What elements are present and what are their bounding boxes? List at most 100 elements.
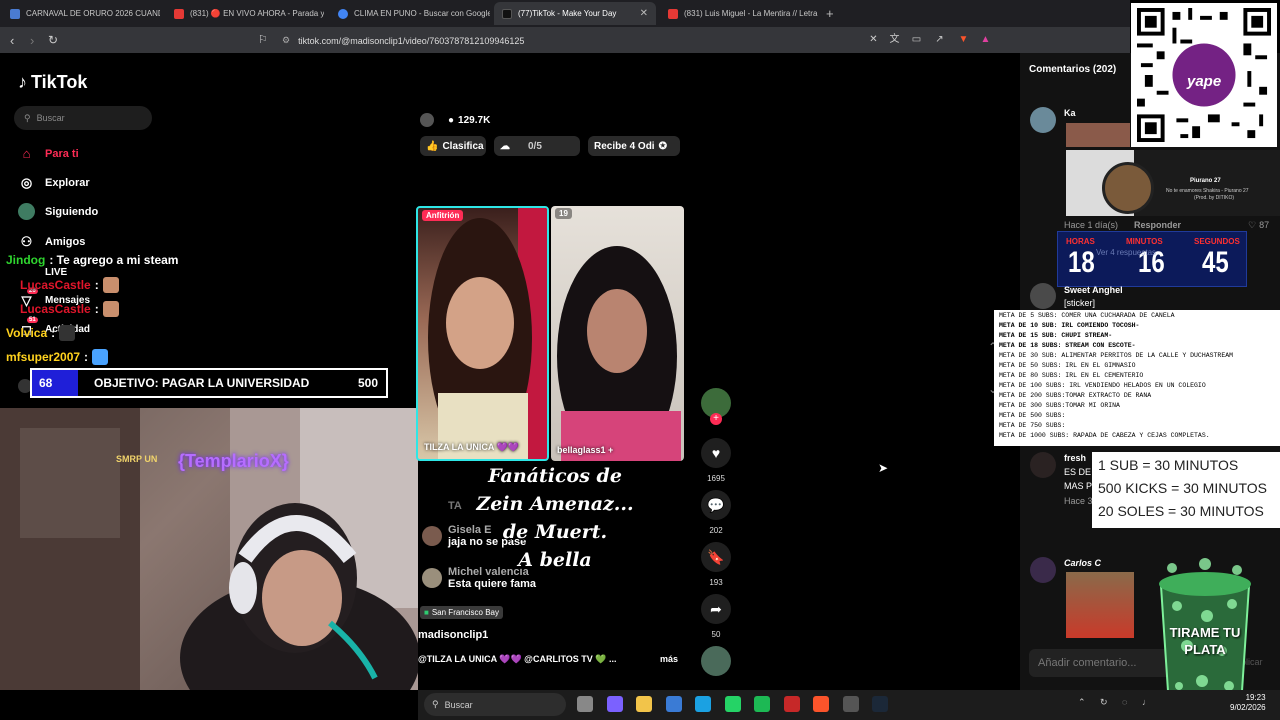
sync-icon[interactable]: ↻ bbox=[1100, 697, 1108, 708]
guest-count: 19 bbox=[555, 208, 572, 219]
steam-icon[interactable] bbox=[872, 696, 888, 712]
tab-title: CARNAVAL DE ORURO 2026 CUANDO bbox=[26, 9, 160, 18]
url-text: tiktok.com/@madisonclip1/video/760378781… bbox=[298, 35, 525, 46]
comment-avatar[interactable] bbox=[1030, 452, 1056, 478]
comment-button[interactable]: 💬 bbox=[701, 490, 731, 520]
tab-clima[interactable]: CLIMA EN PUNO - Buscar con Google bbox=[330, 2, 490, 25]
music-subtitle: No te enamores Shakira - Piurano 27 bbox=[1166, 188, 1249, 194]
follow-plus-icon[interactable]: + bbox=[710, 413, 722, 425]
translate-icon[interactable]: 文 bbox=[889, 34, 900, 45]
back-icon[interactable]: ‹ bbox=[10, 33, 14, 48]
reward-pill[interactable]: Recibe 4 Odi ✪ bbox=[588, 136, 680, 156]
comment-avatar[interactable] bbox=[1030, 107, 1056, 133]
new-tab-icon[interactable]: + bbox=[826, 6, 834, 21]
whatsapp-icon[interactable] bbox=[724, 696, 741, 712]
file-explorer-icon[interactable] bbox=[636, 696, 652, 712]
task-view-icon[interactable] bbox=[577, 696, 593, 712]
network-icon[interactable]: ◌ bbox=[1122, 697, 1127, 707]
comment-avatar[interactable] bbox=[1030, 557, 1056, 583]
bookmark-icon[interactable]: ⚐ bbox=[258, 33, 268, 46]
view-replies-link[interactable]: Ver 4 respuestas bbox=[1096, 248, 1156, 257]
spotify-icon[interactable] bbox=[754, 696, 770, 712]
site-info-icon[interactable]: ⚙ bbox=[282, 35, 290, 46]
timer-seconds: 45 bbox=[1202, 246, 1229, 279]
brave-icon[interactable] bbox=[813, 696, 829, 712]
cast-icon[interactable]: ▭ bbox=[911, 34, 922, 45]
share-icon[interactable]: ↗ bbox=[934, 34, 945, 45]
reply-button[interactable]: Responder bbox=[1134, 220, 1181, 230]
app-icon[interactable] bbox=[783, 696, 800, 712]
microphone-icon[interactable]: ♩ bbox=[1142, 697, 1151, 707]
comment-user[interactable]: Ka bbox=[1064, 108, 1076, 118]
music-disc-icon[interactable] bbox=[701, 646, 731, 676]
rewards-icon[interactable]: ▲ bbox=[980, 34, 991, 45]
search-input[interactable]: ⚲ Buscar bbox=[14, 106, 152, 130]
comment-text: [sticker] bbox=[1064, 298, 1096, 308]
logo-text: TikTok bbox=[31, 72, 88, 92]
clock-time: 19:23 bbox=[1245, 693, 1266, 702]
goal-line: META DE 5 SUBS: COMER UNA CUCHARADA DE C… bbox=[999, 312, 1175, 319]
ranking-pill[interactable]: 👍 Clasifica bbox=[420, 136, 486, 156]
tiktok-logo[interactable]: ♪ TikTok bbox=[18, 72, 87, 93]
sidebar-item-siguiendo[interactable]: Siguiendo bbox=[18, 203, 98, 220]
more-link[interactable]: más bbox=[660, 654, 678, 664]
close-tab-icon[interactable]: ✕ bbox=[640, 8, 648, 19]
search-placeholder: Buscar bbox=[36, 113, 65, 123]
comment-icon: 💬 bbox=[707, 496, 725, 513]
location-text: San Francisco Bay bbox=[431, 608, 499, 617]
sidebar-item-explorar[interactable]: ◎ Explorar bbox=[18, 174, 90, 191]
location-tag[interactable]: ■ San Francisco Bay bbox=[420, 606, 503, 619]
brave-shield-icon[interactable]: ▼ bbox=[958, 34, 969, 45]
goal-label: OBJETIVO: PAGAR LA UNIVERSIDAD bbox=[94, 376, 310, 390]
comment-like[interactable]: ♡ 87 bbox=[1248, 220, 1269, 231]
obs-icon[interactable] bbox=[842, 696, 859, 712]
sub-alert-label: SMRP UN bbox=[116, 454, 158, 464]
goal-line: META DE 10 SUB: IRL COMIENDO TOCOSH- bbox=[999, 322, 1140, 329]
taskbar-search[interactable]: ⚲ Buscar bbox=[424, 693, 566, 716]
comment-user[interactable]: fresh bbox=[1064, 453, 1086, 463]
like-button[interactable]: ♥ bbox=[701, 438, 731, 468]
reload-icon[interactable]: ↻ bbox=[48, 33, 58, 47]
host-camera[interactable]: Anfitrión TILZA LA UNICA 💜💜 bbox=[416, 206, 549, 461]
comment-user[interactable]: Carlos C bbox=[1064, 558, 1101, 568]
guest-camera[interactable]: 19 bellaglass1 + bbox=[551, 206, 684, 461]
share-button[interactable]: ➦ bbox=[701, 594, 731, 624]
stream-chat-message: Jindog : Te agrego a mi steam bbox=[6, 253, 178, 267]
guest-figure bbox=[557, 246, 681, 461]
goal-line: META DE 80 SUBS: IRL EN EL CEMENTERIO bbox=[999, 372, 1144, 379]
guest-name: bellaglass1 + bbox=[557, 445, 614, 455]
music-card[interactable]: Piurano 27 No te enamores Shakira - Piur… bbox=[1066, 150, 1280, 216]
tab-luis-miguel[interactable]: (831) Luis Miguel - La Mentira // Letra bbox=[660, 2, 820, 25]
system-clock[interactable]: 19:23 9/02/2026 bbox=[1230, 693, 1266, 713]
video-caption-overlay: Fanáticos de Zein Amenaz... de Muert. A … bbox=[440, 462, 670, 574]
activity-badge: 51 bbox=[27, 317, 38, 323]
chat-user: mfsuper2007 bbox=[6, 350, 81, 364]
video-author[interactable]: madisonclip1 bbox=[418, 629, 488, 641]
tab-tiktok[interactable]: (77)TikTok - Make Your Day ✕ bbox=[494, 2, 656, 25]
store-icon[interactable] bbox=[665, 696, 682, 712]
sidebar-item-para-ti[interactable]: ⌂ Para ti bbox=[18, 145, 79, 162]
tab-en-vivo[interactable]: (831) 🔴 EN VIVO AHORA - Parada y bbox=[166, 2, 324, 25]
sidebar-item-amigos[interactable]: ⚇ Amigos bbox=[18, 233, 86, 250]
timer-hours: 18 bbox=[1068, 246, 1095, 279]
sidebar-item-label: Explorar bbox=[45, 176, 90, 189]
timer-label: HORAS bbox=[1066, 237, 1095, 246]
cup-text: TIRAME TU PLATA bbox=[1169, 625, 1241, 657]
viewer-count: ● 129.7K bbox=[420, 112, 500, 128]
sidebar-item-label: Amigos bbox=[45, 235, 86, 248]
copilot-icon[interactable] bbox=[606, 696, 623, 712]
progress-pill[interactable]: ☁ 0/5 bbox=[494, 136, 580, 156]
streamer-webcam: SMRP UN {TemplarioX} bbox=[0, 408, 418, 690]
comment-user[interactable]: Sweet Anghel bbox=[1064, 285, 1123, 295]
edge-icon[interactable] bbox=[695, 696, 711, 712]
mute-icon[interactable]: ✕ bbox=[868, 34, 879, 45]
tray-chevron-icon[interactable]: ⌃ bbox=[1078, 697, 1086, 708]
save-button[interactable]: 🔖 bbox=[701, 542, 731, 572]
viewer-number: 129.7K bbox=[458, 114, 491, 126]
forward-icon[interactable]: › bbox=[30, 33, 34, 48]
comment-avatar[interactable] bbox=[1030, 283, 1056, 309]
tab-carnaval[interactable]: CARNAVAL DE ORURO 2026 CUANDO bbox=[2, 2, 160, 25]
save-count: 193 bbox=[709, 578, 723, 587]
chat-text: : bbox=[94, 278, 99, 292]
sub-goals-list: META DE 5 SUBS: COMER UNA CUCHARADA DE C… bbox=[994, 310, 1280, 446]
